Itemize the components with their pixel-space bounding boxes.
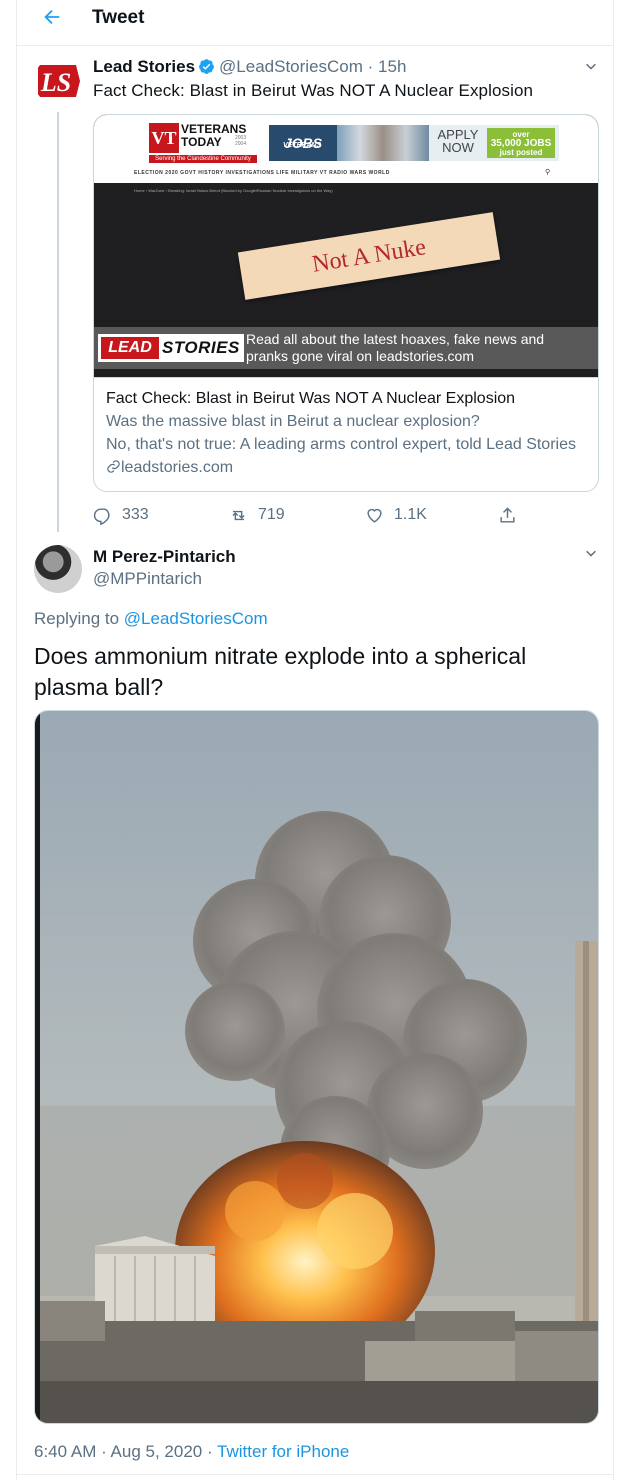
replying-prefix: Replying to xyxy=(34,609,124,628)
jobs-ad: JOBS VETERANS APPLY NOW over 35,000 JOBS ju… xyxy=(269,125,559,161)
replying-to: Replying to @LeadStoriesCom xyxy=(34,609,268,629)
card-description: Was the massive blast in Beirut a nuclea… xyxy=(106,410,588,456)
svg-text:LS: LS xyxy=(40,68,71,97)
lead-stories-logo-icon: LS xyxy=(34,57,82,105)
card-domain-text: leadstories.com xyxy=(121,459,234,476)
page-header: Tweet xyxy=(17,0,613,46)
vt-nav-menu: ELECTION 2020 GOVT HISTORY INVESTIGATION… xyxy=(134,170,390,176)
share-button[interactable] xyxy=(498,503,527,527)
author-handle[interactable]: @LeadStoriesCom xyxy=(219,57,363,76)
vt-logo-name: VETERANS TODAY xyxy=(181,122,247,149)
jobs-ad-label: JOBS VETERANS xyxy=(269,125,337,161)
wordmark-stories: STORIES xyxy=(162,338,240,357)
apply-now-label: APPLY NOW xyxy=(437,127,479,155)
lead-stories-wordmark: LEAD STORIES xyxy=(98,334,244,362)
replying-to-link[interactable]: @LeadStoriesCom xyxy=(124,609,268,628)
vt-logo-letters: VT xyxy=(149,123,179,153)
arrow-left-icon xyxy=(44,9,60,25)
link-icon xyxy=(107,460,120,473)
explosion-image xyxy=(35,711,598,1423)
vt-breadcrumb: Home › WarZone › Breaking: Israel Nukes … xyxy=(134,188,333,193)
heart-icon xyxy=(367,508,382,523)
like-count: 1.1K xyxy=(394,506,427,523)
verified-badge-icon xyxy=(199,59,214,74)
tweet-actions: 333 719 1.1K xyxy=(93,503,523,527)
jobs-ad-photo xyxy=(337,125,429,161)
divider xyxy=(17,1474,613,1475)
reply-author-name[interactable]: M Perez-Pintarich xyxy=(93,547,236,567)
reply-timestamp[interactable]: 6:40 AM · Aug 5, 2020 · xyxy=(34,1442,217,1461)
tweet-text: Fact Check: Blast in Beirut Was NOT A Nu… xyxy=(93,81,534,100)
chevron-down-icon xyxy=(586,550,596,557)
card-body: Fact Check: Blast in Beirut Was NOT A Nu… xyxy=(94,377,598,491)
author-name[interactable]: Lead Stories xyxy=(93,57,195,76)
reply-source-link[interactable]: Twitter for iPhone xyxy=(217,1442,349,1461)
lead-stories-avatar[interactable]: LS xyxy=(34,57,82,105)
veterans-today-logo: VT VETERANS TODAY 2003 2004 Serving the … xyxy=(149,122,257,163)
not-a-nuke-note: Not A Nuke xyxy=(237,212,501,300)
lead-stories-strip: LEAD STORIES Read all about the latest h… xyxy=(94,327,598,369)
card-domain: leadstories.com xyxy=(106,456,588,479)
wordmark-lead: LEAD xyxy=(101,337,159,359)
page-title: Tweet xyxy=(92,7,145,28)
retweet-button[interactable]: 719 xyxy=(229,503,285,527)
link-preview-card[interactable]: VT VETERANS TODAY 2003 2004 Serving the … xyxy=(93,114,599,492)
card-description-line: Was the massive blast in Beirut a nuclea… xyxy=(106,413,480,430)
card-description-line: No, that's not true: A leading arms cont… xyxy=(106,436,576,453)
thread-connector xyxy=(57,112,59,532)
reply-meta: 6:40 AM · Aug 5, 2020 · Twitter for iPho… xyxy=(34,1442,349,1462)
reply-author-handle[interactable]: @MPPintarich xyxy=(93,569,202,589)
share-icon xyxy=(500,506,515,523)
veterans-today-banner: VT VETERANS TODAY 2003 2004 Serving the … xyxy=(94,115,598,183)
retweet-count: 719 xyxy=(258,506,285,523)
like-button[interactable]: 1.1K xyxy=(365,503,427,527)
tweet-author-row: Lead Stories @LeadStoriesCom · 15h xyxy=(93,57,406,77)
reply-text: Does ammonium nitrate explode into a sph… xyxy=(34,643,527,700)
reply-count: 333 xyxy=(122,506,149,523)
explosion-photo[interactable] xyxy=(34,710,599,1424)
lead-stories-tagline: Read all about the latest hoaxes, fake n… xyxy=(246,331,545,364)
reply-icon xyxy=(93,507,110,525)
retweet-icon xyxy=(232,510,245,520)
tweet-menu-button[interactable] xyxy=(582,58,602,78)
vt-tagline: Serving the Clandestine Community xyxy=(149,155,257,163)
vt-search-icon: ⚲ xyxy=(545,169,551,176)
reply-button[interactable]: 333 xyxy=(93,503,149,527)
card-title: Fact Check: Blast in Beirut Was NOT A Nu… xyxy=(106,390,516,407)
chevron-down-icon xyxy=(586,63,596,70)
jobs-count-badge: over 35,000 JOBS just posted xyxy=(487,128,555,158)
reply-menu-button[interactable] xyxy=(582,545,602,565)
back-button[interactable] xyxy=(37,6,67,36)
vt-logo-years: 2003 2004 xyxy=(235,135,247,147)
card-image: VT VETERANS TODAY 2003 2004 Serving the … xyxy=(94,115,598,377)
reply-author-avatar[interactable] xyxy=(34,545,82,593)
tweet-time[interactable]: · 15h xyxy=(368,57,407,76)
